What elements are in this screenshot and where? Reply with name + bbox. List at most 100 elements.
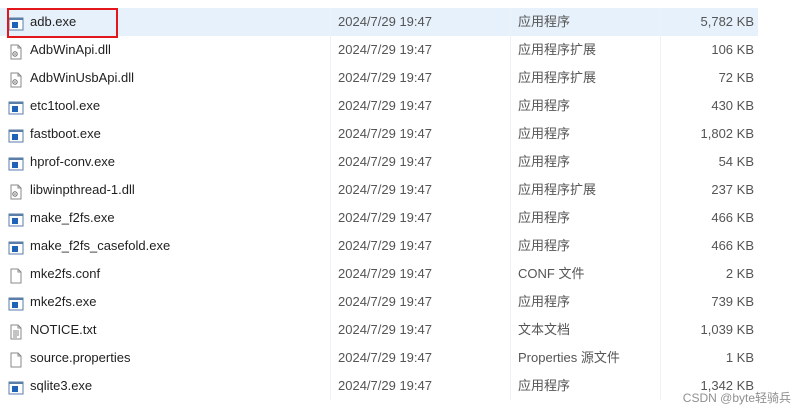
file-size: 1 KB — [725, 350, 754, 365]
file-type: 应用程序扩展 — [518, 182, 597, 197]
file-name-cell[interactable]: etc1tool.exe — [8, 92, 328, 120]
text-file-icon — [8, 322, 24, 340]
file-date: 2024/7/29 19:47 — [338, 322, 432, 337]
file-name: make_f2fs.exe — [30, 210, 115, 225]
exe-icon — [8, 14, 24, 31]
column-divider — [330, 36, 331, 64]
file-name-cell[interactable]: mke2fs.conf — [8, 260, 328, 288]
column-divider — [510, 260, 511, 288]
file-date: 2024/7/29 19:47 — [338, 126, 432, 141]
column-divider — [660, 120, 661, 148]
file-name-cell[interactable]: AdbWinUsbApi.dll — [8, 64, 328, 92]
file-row[interactable]: mke2fs.conf 2024/7/29 19:47 CONF 文件 2 KB — [0, 260, 758, 288]
column-divider — [510, 64, 511, 92]
column-divider — [660, 176, 661, 204]
file-row[interactable]: make_f2fs_casefold.exe 2024/7/29 19:47 应用程… — [0, 232, 758, 260]
file-row[interactable]: AdbWinUsbApi.dll 2024/7/29 19:47 应用程序扩展 72 … — [0, 64, 758, 92]
column-divider — [510, 232, 511, 260]
file-row[interactable]: etc1tool.exe 2024/7/29 19:47 应用程序 430 KB — [0, 92, 758, 120]
column-divider — [330, 288, 331, 316]
column-divider — [330, 148, 331, 176]
column-divider — [660, 344, 661, 372]
file-name-cell[interactable]: libwinpthread-1.dll — [8, 176, 328, 204]
file-name: adb.exe — [30, 14, 77, 29]
file-name-cell[interactable]: make_f2fs_casefold.exe — [8, 232, 328, 260]
file-name: libwinpthread-1.dll — [30, 182, 135, 197]
column-divider — [660, 260, 661, 288]
file-size: 1,039 KB — [700, 322, 755, 337]
file-name-cell[interactable]: AdbWinApi.dll — [8, 36, 328, 64]
column-divider — [330, 204, 331, 232]
file-name-cell[interactable]: sqlite3.exe — [8, 372, 328, 400]
file-date: 2024/7/29 19:47 — [338, 350, 432, 365]
column-divider — [660, 148, 661, 176]
column-divider — [510, 204, 511, 232]
column-divider — [510, 36, 511, 64]
blank-file-icon — [8, 266, 24, 284]
column-divider — [330, 344, 331, 372]
column-divider — [510, 8, 511, 36]
file-date: 2024/7/29 19:47 — [338, 98, 432, 113]
file-type: 应用程序 — [518, 238, 571, 253]
file-name-cell[interactable]: NOTICE.txt — [8, 316, 328, 344]
file-name: source.properties — [30, 350, 131, 365]
file-date: 2024/7/29 19:47 — [338, 210, 432, 225]
exe-icon — [8, 98, 24, 115]
file-name-cell[interactable]: fastboot.exe — [8, 120, 328, 148]
file-type: 应用程序 — [518, 378, 571, 393]
file-type: 应用程序扩展 — [518, 42, 597, 57]
exe-icon — [8, 378, 24, 395]
file-type: 文本文档 — [518, 322, 571, 337]
file-name: mke2fs.exe — [30, 294, 97, 309]
file-size: 2 KB — [725, 266, 754, 281]
file-row[interactable]: libwinpthread-1.dll 2024/7/29 19:47 应用程序扩展… — [0, 176, 758, 204]
file-type: CONF 文件 — [518, 266, 585, 281]
column-divider — [660, 372, 661, 400]
file-date: 2024/7/29 19:47 — [338, 70, 432, 85]
column-divider — [510, 372, 511, 400]
column-divider — [330, 316, 331, 344]
column-divider — [330, 92, 331, 120]
column-divider — [660, 92, 661, 120]
file-type: 应用程序 — [518, 14, 571, 29]
file-date: 2024/7/29 19:47 — [338, 238, 432, 253]
file-row[interactable]: source.properties 2024/7/29 19:47 Properti… — [0, 344, 758, 372]
file-name: NOTICE.txt — [30, 322, 97, 337]
column-divider — [510, 288, 511, 316]
file-size: 430 KB — [711, 98, 754, 113]
file-name: fastboot.exe — [30, 126, 101, 141]
exe-icon — [8, 154, 24, 171]
file-name-cell[interactable]: make_f2fs.exe — [8, 204, 328, 232]
file-size: 466 KB — [711, 210, 754, 225]
column-divider — [330, 232, 331, 260]
file-name-cell[interactable]: adb.exe — [8, 8, 328, 36]
file-date: 2024/7/29 19:47 — [338, 294, 432, 309]
dll-icon — [8, 182, 24, 200]
file-row[interactable]: make_f2fs.exe 2024/7/29 19:47 应用程序 466 KB — [0, 204, 758, 232]
dll-icon — [8, 70, 24, 88]
file-name-cell[interactable]: hprof-conv.exe — [8, 148, 328, 176]
column-divider — [330, 8, 331, 36]
file-name: AdbWinApi.dll — [30, 42, 111, 57]
watermark: CSDN @byte轻骑兵 — [682, 391, 791, 405]
file-row[interactable]: hprof-conv.exe 2024/7/29 19:47 应用程序 54 KB — [0, 148, 758, 176]
file-type: 应用程序 — [518, 98, 571, 113]
file-row[interactable]: AdbWinApi.dll 2024/7/29 19:47 应用程序扩展 106 KB — [0, 36, 758, 64]
blank-file-icon — [8, 350, 24, 368]
file-row[interactable]: sqlite3.exe 2024/7/29 19:47 应用程序 1,342 KB — [0, 372, 758, 400]
column-divider — [660, 288, 661, 316]
file-row[interactable]: fastboot.exe 2024/7/29 19:47 应用程序 1,802 KB — [0, 120, 758, 148]
file-type: 应用程序 — [518, 294, 571, 309]
file-name: mke2fs.conf — [30, 266, 101, 281]
file-size: 72 KB — [718, 70, 754, 85]
file-name-cell[interactable]: source.properties — [8, 344, 328, 372]
file-size: 5,782 KB — [700, 14, 755, 29]
file-date: 2024/7/29 19:47 — [338, 14, 432, 29]
file-row[interactable]: adb.exe 2024/7/29 19:47 应用程序 5,782 KB — [0, 8, 758, 36]
file-name: hprof-conv.exe — [30, 154, 116, 169]
file-name-cell[interactable]: mke2fs.exe — [8, 288, 328, 316]
column-divider — [660, 232, 661, 260]
file-type: 应用程序扩展 — [518, 70, 597, 85]
file-row[interactable]: NOTICE.txt 2024/7/29 19:47 文本文档 1,039 KB — [0, 316, 758, 344]
file-row[interactable]: mke2fs.exe 2024/7/29 19:47 应用程序 739 KB — [0, 288, 758, 316]
